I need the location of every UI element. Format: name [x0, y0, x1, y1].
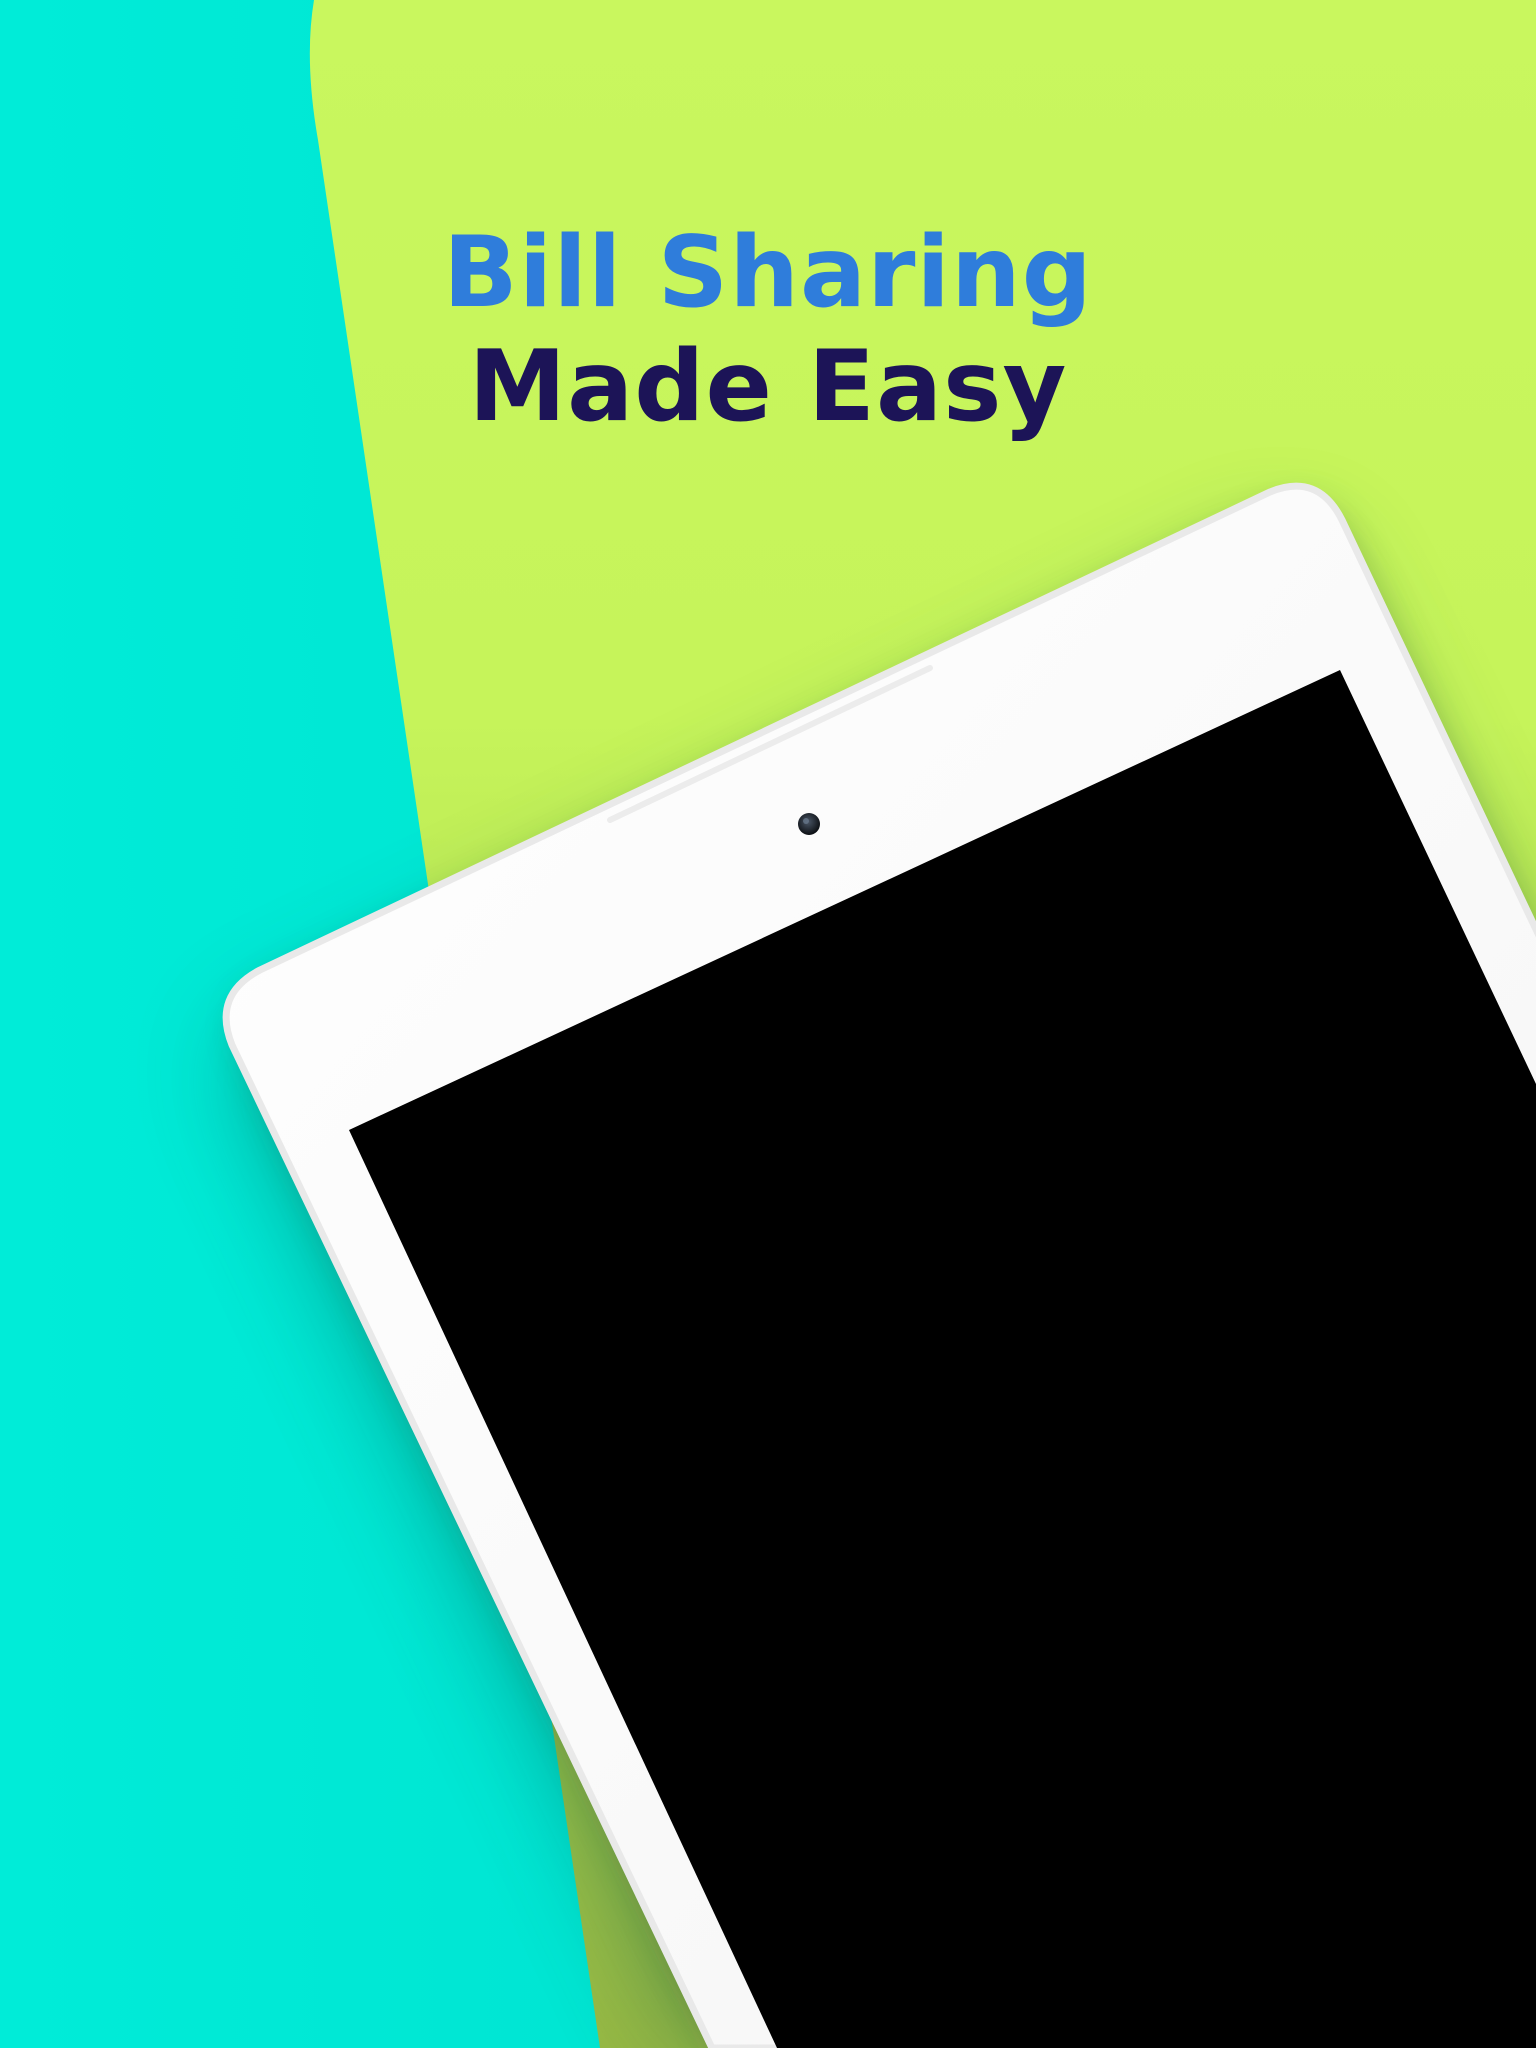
- headline-line-1: Bill Sharing: [443, 216, 1093, 330]
- promo-scene: Bill Sharing Made Easy: [0, 0, 1536, 2048]
- camera-dot-icon: [798, 813, 820, 835]
- headline-line-2: Made Easy: [468, 330, 1068, 444]
